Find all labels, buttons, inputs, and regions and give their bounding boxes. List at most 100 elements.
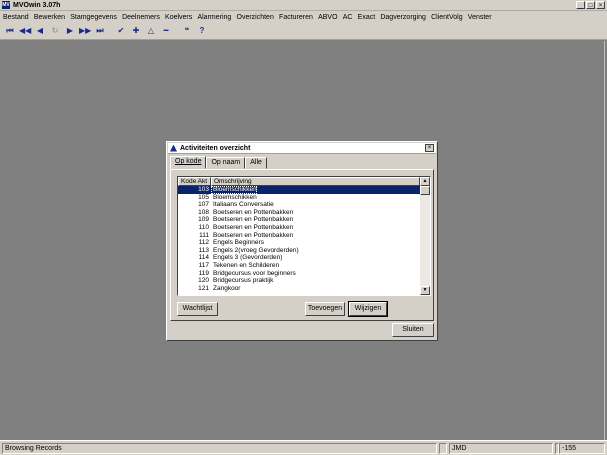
- status-user: JMD: [449, 443, 553, 454]
- tab-strip: Op kode Op naam Alle: [170, 156, 267, 169]
- minus-icon[interactable]: ━: [160, 25, 172, 37]
- row-kode: 111: [199, 231, 209, 239]
- dialog-close-icon[interactable]: ×: [425, 144, 434, 152]
- row-kode: 113: [198, 246, 209, 254]
- list-row[interactable]: 105 Bloemschikken: [178, 194, 421, 202]
- list-row[interactable]: 117 Tekenen en Schilderen: [178, 262, 421, 270]
- list-row[interactable]: 109 Boetseren en Pottenbakken: [178, 216, 421, 224]
- wachtlijst-button[interactable]: Wachtlijst: [177, 302, 218, 316]
- row-omschrijving: Boetseren en Pottenbakken: [213, 216, 294, 224]
- row-omschrijving: Bloemschikken: [213, 193, 257, 201]
- scroll-thumb[interactable]: [420, 186, 430, 195]
- row-omschrijving: Engels 2(vroeg Gevorderden): [213, 246, 299, 254]
- menu-bar: Bestand Bewerken Stamgegevens Deelnemers…: [0, 11, 607, 23]
- row-kode: 108: [198, 208, 209, 216]
- toevoegen-button[interactable]: Toevoegen: [305, 302, 345, 316]
- row-kode: 121: [198, 284, 209, 292]
- plus-icon[interactable]: ✚: [130, 25, 142, 37]
- menu-exact[interactable]: Exact: [358, 14, 376, 21]
- row-kode: 112: [198, 239, 209, 247]
- row-kode: 110: [198, 223, 209, 231]
- row-kode: 105: [198, 193, 209, 201]
- activities-list[interactable]: Kode Akt Omschrijving 103 Bloemschikken 10…: [177, 176, 431, 296]
- menu-factureren[interactable]: Factureren: [279, 14, 313, 21]
- row-kode: 117: [198, 261, 209, 269]
- next-page-icon[interactable]: ▶▶: [79, 25, 91, 37]
- tab-op-naam[interactable]: Op naam: [206, 157, 246, 169]
- row-omschrijving: Engels Beginners: [213, 239, 264, 247]
- menu-alarmering[interactable]: Alarmering: [197, 14, 231, 21]
- menu-venster[interactable]: Venster: [468, 14, 492, 21]
- list-row[interactable]: 111 Boetseren en Pottenbakken: [178, 232, 421, 240]
- check-icon[interactable]: ✔: [115, 25, 127, 37]
- menu-dagverzorging[interactable]: Dagverzorging: [380, 14, 426, 21]
- menu-clientvolg[interactable]: ClientVolg: [431, 14, 463, 21]
- dialog-title-bar: Activiteiten overzicht ×: [168, 143, 436, 154]
- prev-record-icon[interactable]: ◀: [34, 25, 46, 37]
- menu-bestand[interactable]: Bestand: [3, 14, 29, 21]
- list-row[interactable]: 108 Boetseren en Pottenbakken: [178, 209, 421, 217]
- dialog-app-icon: [170, 144, 177, 152]
- list-row[interactable]: 110 Boetseren en Pottenbakken: [178, 224, 421, 232]
- quote-icon[interactable]: ❝: [181, 25, 193, 37]
- next-record-icon[interactable]: ▶: [64, 25, 76, 37]
- toolbar: ⏮ ◀◀ ◀ ↻ ▶ ▶▶ ⏭ ✔ ✚ △ ━ ❝ ?: [0, 23, 607, 40]
- list-row[interactable]: 114 Engels 3 (Gevorderden): [178, 254, 421, 262]
- list-rows: 103 Bloemschikken 105 Bloemschikken 107 Itali…: [178, 186, 421, 292]
- row-omschrijving: Bridgecursus voor beginners: [213, 269, 296, 277]
- tab-op-kode[interactable]: Op kode: [170, 156, 207, 169]
- prev-page-icon[interactable]: ◀◀: [19, 25, 31, 37]
- status-number: -155: [559, 443, 605, 454]
- menu-stamgegevens[interactable]: Stamgegevens: [70, 14, 117, 21]
- menu-ac[interactable]: AC: [343, 14, 353, 21]
- row-omschrijving: Boetseren en Pottenbakken: [213, 223, 294, 231]
- list-row[interactable]: 120 Bridgecursus praktijk: [178, 277, 421, 285]
- wijzigen-button[interactable]: Wijzigen: [348, 301, 388, 317]
- app-title: MVOwin 3.07h: [13, 1, 61, 9]
- first-record-icon[interactable]: ⏮: [4, 25, 16, 37]
- app-icon: MV: [2, 1, 10, 9]
- app-title-bar: MV MVOwin 3.07h _ □ ×: [0, 0, 607, 11]
- row-kode: 120: [198, 277, 209, 285]
- close-icon[interactable]: ×: [596, 1, 605, 9]
- column-header-omschrijving[interactable]: Omschrijving: [211, 177, 420, 186]
- row-omschrijving: Boetseren en Pottenbakken: [213, 208, 294, 216]
- vertical-scrollbar[interactable]: ▲ ▼: [420, 177, 430, 295]
- status-message: Browsing Records: [2, 443, 437, 454]
- menu-overzichten[interactable]: Overzichten: [237, 14, 274, 21]
- scroll-up-icon[interactable]: ▲: [420, 177, 430, 186]
- column-header-kode[interactable]: Kode Akt: [178, 177, 211, 186]
- last-record-icon[interactable]: ⏭: [94, 25, 106, 37]
- row-kode: 107: [198, 201, 209, 209]
- list-row[interactable]: 112 Engels Beginners: [178, 239, 421, 247]
- status-bar: Browsing Records JMD -155: [0, 440, 607, 455]
- row-kode: 119: [198, 269, 209, 277]
- triangle-icon[interactable]: △: [145, 25, 157, 37]
- row-omschrijving: Tekenen en Schilderen: [213, 261, 280, 269]
- row-omschrijving: Bloemschikken: [211, 186, 257, 194]
- help-icon[interactable]: ?: [196, 25, 208, 37]
- row-omschrijving: Italiaans Conversatie: [213, 201, 274, 209]
- row-omschrijving: Boetseren en Pottenbakken: [213, 231, 294, 239]
- list-row[interactable]: 107 Italiaans Conversatie: [178, 201, 421, 209]
- list-row[interactable]: 103 Bloemschikken: [178, 186, 421, 194]
- row-omschrijving: Zangkoor: [213, 284, 241, 292]
- menu-koelvers[interactable]: Koelvers: [165, 14, 192, 21]
- minimize-icon[interactable]: _: [576, 1, 585, 9]
- mdi-border: [604, 41, 605, 440]
- refresh-icon[interactable]: ↻: [49, 25, 61, 37]
- menu-abvo[interactable]: ABVO: [318, 14, 337, 21]
- tab-alle[interactable]: Alle: [245, 157, 267, 169]
- list-row[interactable]: 113 Engels 2(vroeg Gevorderden): [178, 247, 421, 255]
- sluiten-button[interactable]: Sluiten: [392, 323, 434, 337]
- scroll-down-icon[interactable]: ▼: [420, 286, 430, 295]
- maximize-icon[interactable]: □: [586, 1, 595, 9]
- dialog-title: Activiteiten overzicht: [180, 144, 251, 152]
- activiteiten-dialog: Activiteiten overzicht × Op kode Op naam…: [166, 141, 438, 341]
- menu-bewerken[interactable]: Bewerken: [34, 14, 65, 21]
- window-controls: _ □ ×: [576, 1, 605, 9]
- row-kode: 109: [198, 216, 209, 224]
- list-row[interactable]: 121 Zangkoor: [178, 285, 421, 293]
- list-row[interactable]: 119 Bridgecursus voor beginners: [178, 270, 421, 278]
- menu-deelnemers[interactable]: Deelnemers: [122, 14, 160, 21]
